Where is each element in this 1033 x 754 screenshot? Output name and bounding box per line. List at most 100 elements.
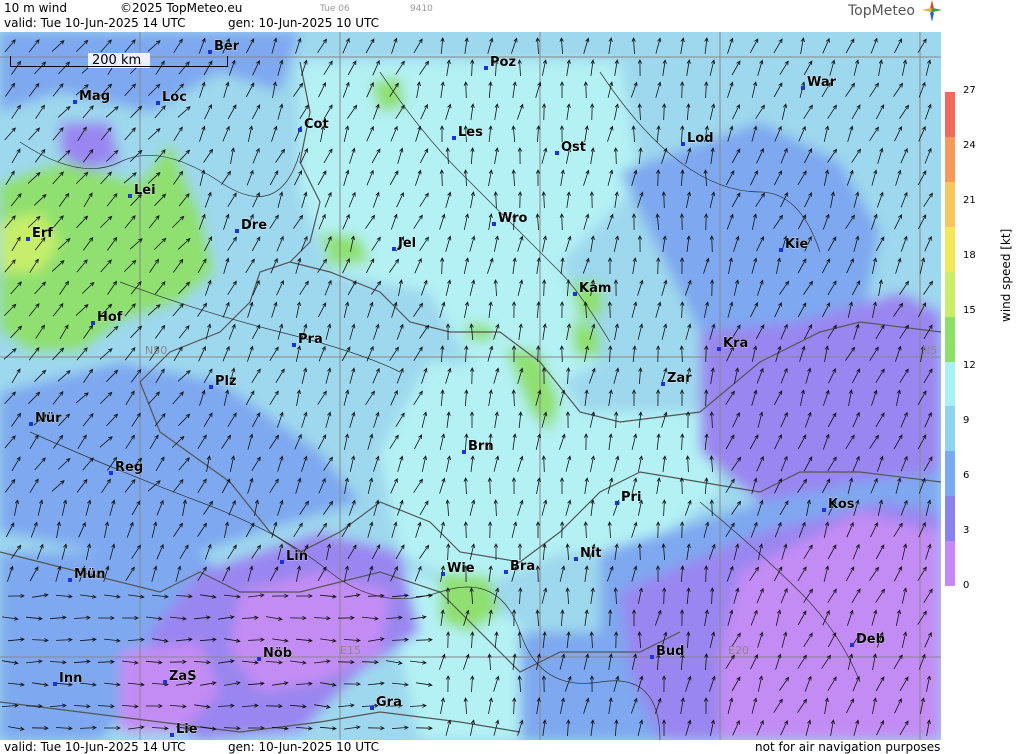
- city-label: Zar: [667, 371, 692, 386]
- city-label: Deb: [856, 632, 885, 647]
- city-label: Wie: [447, 561, 475, 576]
- legend-color-segment: [945, 451, 955, 497]
- city-marker: [156, 101, 160, 105]
- scale-bar-label: 200 km: [92, 53, 142, 68]
- city-label: Gra: [376, 695, 402, 710]
- city-marker: [555, 151, 559, 155]
- city-label: Reg: [115, 460, 143, 475]
- city-label: Lod: [687, 131, 714, 146]
- city-marker: [29, 422, 33, 426]
- city-marker: [615, 501, 619, 505]
- legend-color-segment: [945, 136, 955, 183]
- legend-tick-label: 9: [963, 415, 970, 426]
- city-marker: [109, 471, 113, 475]
- legend-tick-label: 3: [963, 525, 970, 536]
- city-marker: [452, 136, 456, 140]
- legend-tick-label: 0: [963, 580, 970, 591]
- city-marker: [68, 578, 72, 582]
- city-marker: [209, 385, 213, 389]
- city-label: Kra: [723, 336, 748, 351]
- city-marker: [681, 142, 685, 146]
- city-marker: [573, 292, 577, 296]
- city-label: Dre: [241, 218, 267, 233]
- footer: valid: Tue 10-Jun-2025 14 UTC gen: 10-Ju…: [0, 740, 941, 754]
- city-label: Plz: [215, 374, 237, 389]
- legend-tick-label: 15: [963, 305, 976, 316]
- city-label: Inn: [59, 671, 82, 686]
- city-label: Hof: [97, 310, 123, 325]
- grid-label-n50: N50: [145, 344, 167, 357]
- wind-map[interactable]: N50 N5 E15 E20 Ber Poz War Mag Loc Cot Les Ost L…: [0, 32, 941, 740]
- city-label: Ber: [214, 39, 240, 54]
- grid-label-n5: N5: [922, 344, 937, 357]
- city-marker: [235, 229, 239, 233]
- logo-text: TopMeteo: [848, 3, 915, 19]
- city-label: Cot: [304, 117, 329, 132]
- city-label: Pra: [298, 332, 323, 347]
- chart-title: 10 m wind: [4, 1, 67, 15]
- city-marker: [163, 680, 167, 684]
- city-marker: [208, 50, 212, 54]
- city-marker: [504, 570, 508, 574]
- city-label: Loc: [162, 90, 187, 105]
- legend-color-segment: [945, 226, 955, 273]
- footer-valid-time: valid: Tue 10-Jun-2025 14 UTC: [4, 740, 186, 754]
- city-marker: [280, 560, 284, 564]
- legend-tick-label: 6: [963, 470, 970, 481]
- city-marker: [650, 655, 654, 659]
- city-marker: [128, 194, 132, 198]
- city-marker: [801, 86, 805, 90]
- footer-generation-time: gen: 10-Jun-2025 10 UTC: [228, 740, 380, 754]
- footer-disclaimer: not for air navigation purposes: [755, 740, 941, 754]
- city-marker: [370, 706, 374, 710]
- legend-tick-label: 18: [963, 250, 976, 261]
- city-label: Lie: [176, 722, 198, 737]
- city-marker: [292, 343, 296, 347]
- small-day-text: Tue 06: [320, 4, 350, 14]
- city-label: Lei: [134, 183, 156, 198]
- city-marker: [822, 508, 826, 512]
- legend-color-segment: [945, 316, 955, 362]
- city-label: Mag: [79, 89, 110, 104]
- city-label: Kam: [579, 281, 611, 296]
- city-marker: [441, 572, 445, 576]
- compass-logo-icon: [922, 0, 942, 22]
- city-label: Lin: [286, 549, 308, 564]
- valid-time: valid: Tue 10-Jun-2025 14 UTC: [4, 16, 186, 30]
- city-label: Pri: [621, 490, 641, 505]
- city-label: Bud: [656, 644, 684, 659]
- city-label: Wro: [498, 211, 528, 226]
- copyright-text: ©2025 TopMeteo.eu: [120, 1, 243, 15]
- city-marker: [661, 382, 665, 386]
- grid-label-e20: E20: [728, 644, 749, 657]
- city-marker: [462, 450, 466, 454]
- legend-color-segment: [945, 181, 955, 228]
- city-marker: [26, 237, 30, 241]
- city-label: Les: [458, 125, 483, 140]
- city-marker: [779, 248, 783, 252]
- legend-tick-label: 21: [963, 195, 976, 206]
- city-marker: [91, 321, 95, 325]
- city-label: Erf: [32, 226, 53, 241]
- city-marker: [170, 733, 174, 737]
- city-label: Nür: [35, 411, 62, 426]
- city-label: War: [807, 75, 837, 90]
- city-marker: [850, 643, 854, 647]
- city-marker: [53, 682, 57, 686]
- legend-tick-label: 12: [963, 360, 976, 371]
- legend-tick-label: 27: [963, 85, 976, 96]
- city-marker: [484, 66, 488, 70]
- city-marker: [492, 222, 496, 226]
- city-marker: [298, 128, 302, 132]
- legend: 27 24 21 18 15 12 9 6 3 0 wind speed [kt]: [941, 32, 1033, 754]
- city-marker: [574, 557, 578, 561]
- legend-color-segment: [945, 541, 955, 587]
- city-label: Ost: [561, 140, 586, 155]
- city-marker: [257, 657, 261, 661]
- city-label: Nit: [580, 546, 602, 561]
- city-marker: [73, 100, 77, 104]
- legend-color-segment: [945, 496, 955, 542]
- legend-color-segment: [945, 361, 955, 407]
- city-label: ZaS: [169, 669, 197, 684]
- generation-time: gen: 10-Jun-2025 10 UTC: [228, 16, 380, 30]
